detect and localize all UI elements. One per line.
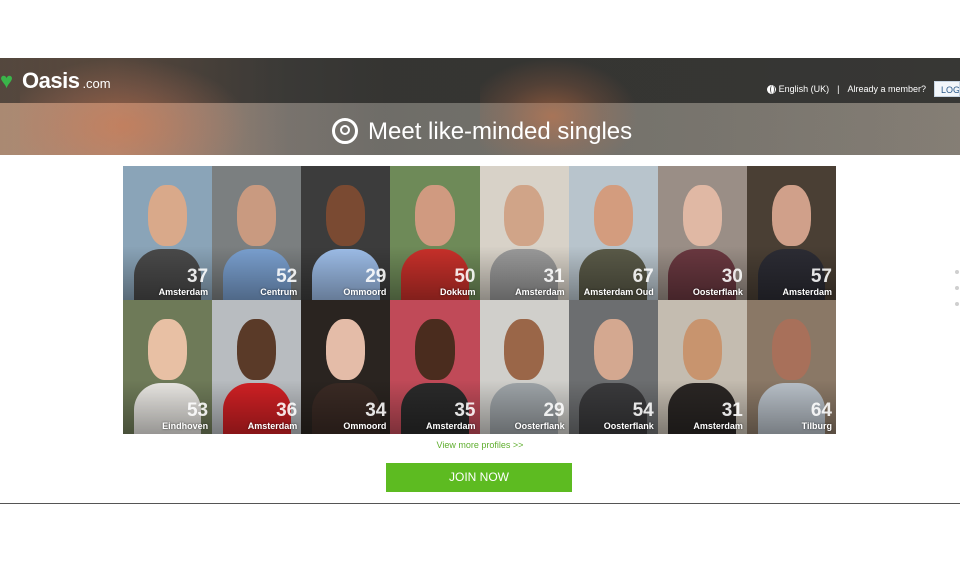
top-blank-strip: [0, 0, 960, 58]
profile-card[interactable]: 29 Ommoord: [301, 166, 391, 300]
profile-city: Amsterdam Oud: [583, 287, 654, 297]
login-button[interactable]: LOGIN: [934, 81, 960, 97]
location-pin-icon: [332, 118, 358, 146]
profile-age: 30: [721, 266, 743, 287]
profile-card[interactable]: 31 Amsterdam: [657, 300, 747, 434]
profile-photo-face: [771, 184, 812, 247]
profile-age: 37: [186, 266, 209, 287]
language-label: English (UK): [778, 84, 830, 94]
profile-age: 52: [276, 266, 298, 287]
profile-age: 57: [810, 266, 832, 287]
profile-card[interactable]: 30 Oosterflank: [657, 166, 747, 300]
profile-city: Eindhoven: [162, 421, 209, 431]
profile-age: 53: [186, 400, 209, 421]
site-logo[interactable]: ♥ Oasis .com: [0, 66, 111, 96]
profile-card[interactable]: 29 Oosterflank: [479, 300, 569, 434]
view-more-profiles-link[interactable]: View more profiles >>: [0, 440, 960, 450]
profile-card[interactable]: 52 Centrum: [212, 166, 302, 300]
profile-photo-face: [504, 184, 544, 247]
profile-city: Oosterflank: [514, 421, 565, 431]
profile-age: 31: [543, 266, 565, 287]
profile-card[interactable]: 54 Oosterflank: [568, 300, 658, 434]
profile-photo-face: [415, 184, 455, 247]
profile-photo-face: [682, 318, 722, 381]
profile-card[interactable]: 57 Amsterdam: [746, 166, 836, 300]
profile-card[interactable]: 34 Ommoord: [301, 300, 391, 434]
profile-card[interactable]: 35 Amsterdam: [390, 300, 480, 434]
profile-age: 50: [454, 266, 476, 287]
profile-age: 36: [276, 400, 298, 421]
profile-age: 64: [810, 400, 832, 421]
profile-city: Dokkum: [439, 287, 476, 297]
page: ♥ Oasis .com English (UK) | Already a me…: [0, 0, 960, 561]
profile-city: Oosterflank: [603, 421, 654, 431]
carousel-indicator[interactable]: [954, 270, 960, 318]
profile-age: 35: [454, 400, 476, 421]
profile-age: 29: [365, 266, 387, 287]
profile-card[interactable]: 50 Dokkum: [390, 166, 480, 300]
profile-card[interactable]: 67 Amsterdam Oud: [568, 166, 658, 300]
profile-photo-face: [147, 318, 188, 381]
profile-card[interactable]: 36 Amsterdam: [212, 300, 302, 434]
profile-photo-face: [593, 318, 633, 381]
language-selector[interactable]: English (UK): [766, 84, 830, 94]
profile-photo-face: [415, 318, 455, 381]
profile-grid: 37 Amsterdam 52 Centrum 29 Ommoord 50 Dokkum 31 A…: [123, 166, 836, 434]
profile-card[interactable]: 31 Amsterdam: [479, 166, 569, 300]
profile-age: 29: [543, 400, 565, 421]
hero-tagline: Meet like-minded singles: [332, 118, 632, 146]
profile-photo-face: [237, 184, 277, 247]
profile-photo-face: [237, 318, 277, 381]
profile-photo-face: [593, 184, 633, 247]
heart-icon: ♥: [0, 68, 14, 93]
top-navigation: English (UK) | Already a member? LOGIN: [766, 81, 960, 97]
logo-suffix: .com: [82, 76, 111, 91]
profile-age: 67: [632, 266, 654, 287]
profile-city: Centrum: [260, 287, 298, 297]
profile-photo-face: [326, 318, 366, 381]
profile-city: Ommoord: [343, 421, 387, 431]
tagline-text: Meet like-minded singles: [368, 118, 633, 145]
profile-city: Ommoord: [343, 287, 387, 297]
profile-city: Amsterdam: [425, 421, 476, 431]
profile-photo-face: [682, 184, 722, 247]
already-member-text: Already a member?: [847, 84, 926, 94]
profile-age: 34: [365, 400, 387, 421]
globe-icon: [766, 84, 776, 94]
profile-card[interactable]: 37 Amsterdam: [123, 166, 213, 300]
profile-age: 54: [632, 400, 654, 421]
profile-photo-face: [504, 318, 544, 381]
profile-card[interactable]: 53 Eindhoven: [123, 300, 213, 434]
profile-photo-face: [147, 184, 188, 247]
profile-city: Amsterdam: [158, 287, 209, 297]
profile-city: Amsterdam: [515, 287, 565, 297]
logo-text: Oasis: [22, 68, 80, 93]
profile-photo-face: [771, 318, 812, 381]
profile-card[interactable]: 64 Tilburg: [746, 300, 836, 434]
profile-city: Oosterflank: [692, 287, 743, 297]
profile-city: Amsterdam: [247, 421, 298, 431]
profile-city: Amsterdam: [693, 421, 743, 431]
profile-city: Tilburg: [801, 421, 832, 431]
profile-city: Amsterdam: [782, 287, 832, 297]
join-now-button[interactable]: JOIN NOW: [386, 463, 572, 492]
bottom-divider: [0, 503, 960, 504]
nav-separator: |: [837, 84, 840, 94]
profile-age: 31: [721, 400, 743, 421]
profile-photo-face: [326, 184, 366, 247]
